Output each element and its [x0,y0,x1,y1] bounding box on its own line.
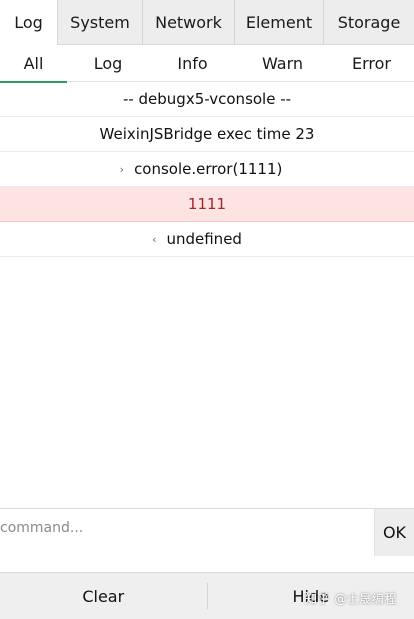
tab-log[interactable]: Log [0,0,58,45]
filter-error[interactable]: Error [329,45,414,82]
filter-warn[interactable]: Warn [236,45,329,82]
command-bar: OK [0,508,414,556]
main-tab-bar: Log System Network Element Storage [0,0,414,45]
log-list: -- debugx5-vconsole -- WeixinJSBridge ex… [0,82,414,257]
tab-network[interactable]: Network [143,0,235,45]
log-text: WeixinJSBridge exec time 23 [99,125,315,143]
tab-system[interactable]: System [58,0,143,45]
tab-storage[interactable]: Storage [324,0,414,45]
chevron-right-icon: › [119,162,125,176]
log-row-error: 1111 [0,187,414,222]
vconsole-panel: Log System Network Element Storage All L… [0,0,414,619]
command-input[interactable] [0,509,374,556]
filter-info[interactable]: Info [149,45,236,82]
chevron-left-icon: ‹ [152,232,157,246]
log-filter-bar: All Log Info Warn Error [0,45,414,83]
filter-all[interactable]: All [0,45,67,83]
clear-button[interactable]: Clear [0,573,207,619]
tab-element[interactable]: Element [235,0,324,45]
log-row: -- debugx5-vconsole -- [0,82,414,117]
log-row: WeixinJSBridge exec time 23 [0,117,414,152]
log-text: -- debugx5-vconsole -- [122,90,292,108]
log-text: 1111 [187,195,227,213]
log-text: undefined [166,230,242,248]
bottom-toolbar: Clear Hide [0,572,414,619]
filter-log[interactable]: Log [67,45,149,82]
log-row-input: › console.error(1111) [0,152,414,187]
ok-button[interactable]: OK [374,509,414,556]
hide-button[interactable]: Hide [208,573,414,619]
log-row-output: ‹ undefined [0,222,414,257]
log-text: console.error(1111) [134,160,283,178]
